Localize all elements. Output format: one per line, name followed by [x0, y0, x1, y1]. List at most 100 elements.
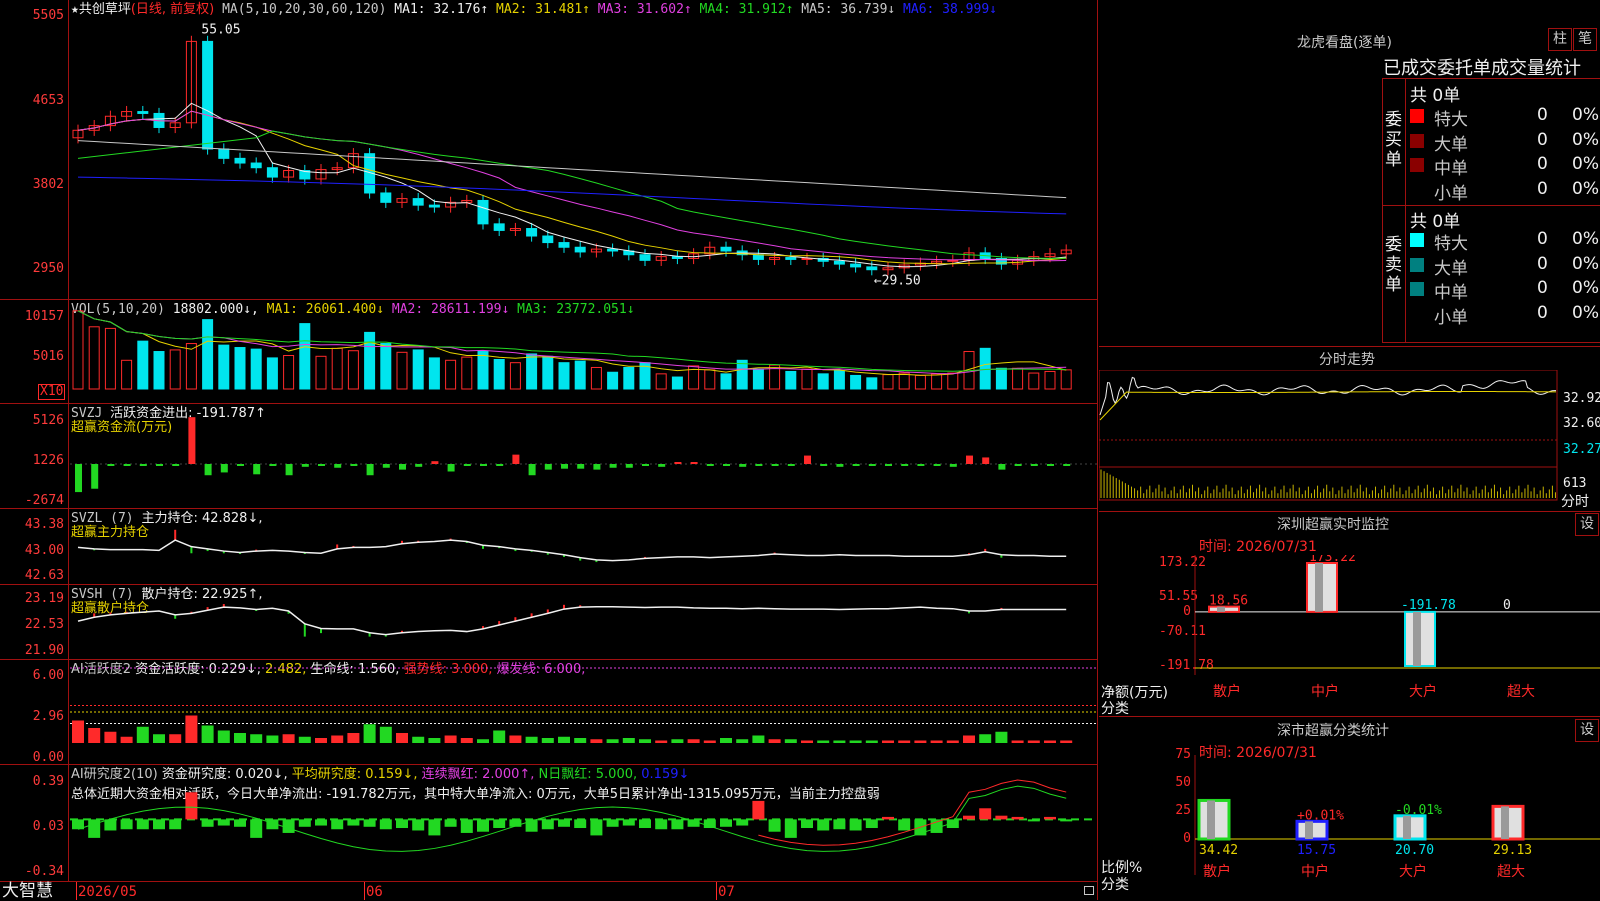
flow-bar — [318, 464, 325, 466]
flow-bar — [690, 462, 698, 464]
app-name[interactable]: 大智慧 — [2, 882, 53, 900]
sz-frame-top — [1099, 511, 1600, 512]
volume-bar — [526, 353, 538, 390]
candle-body — [850, 263, 862, 268]
activity-bar — [833, 740, 846, 743]
flow-bar — [285, 464, 293, 476]
flow-bar — [739, 464, 747, 467]
flow-bar — [804, 455, 811, 464]
fl-bar-shade — [1207, 800, 1215, 839]
candle-body — [785, 257, 797, 260]
bar-mode-button[interactable]: 柱 — [1548, 28, 1572, 51]
candle-body — [202, 40, 214, 150]
research-bar — [185, 792, 198, 820]
ma-line-120 — [77, 176, 1067, 215]
ai-yanjiu-y-label: 0.39 — [32, 774, 64, 789]
stock-name[interactable]: 共创草坪 — [79, 2, 131, 17]
kline-chart[interactable]: 55.05 ←29.50 — [70, 18, 1097, 298]
sz-net-chart[interactable]: 18.56 散户 173.22 中户 -191.78 大户 0 超大 — [1099, 555, 1600, 720]
activity-bar — [703, 740, 716, 743]
activity-bar — [979, 734, 992, 743]
kline-y-label: 3802 — [32, 177, 64, 192]
volume-bar — [396, 351, 408, 390]
buy-row-percent: 0% — [1572, 105, 1599, 125]
sz-category-label: 大户 — [1409, 683, 1437, 700]
activity-bar — [509, 735, 522, 743]
flow-bar — [755, 464, 763, 466]
svzl-chart[interactable] — [70, 509, 1097, 584]
volume-bar — [380, 343, 392, 390]
fl-settings-button[interactable]: 设 — [1575, 719, 1599, 742]
research-bar — [282, 819, 295, 833]
ma-line-20 — [77, 110, 1067, 262]
candle-body — [234, 157, 246, 164]
research-bar — [347, 819, 360, 826]
volume-bar — [202, 319, 214, 390]
svzj-y-label: 1226 — [32, 453, 64, 468]
candle-body — [380, 192, 392, 203]
volume-bar — [947, 372, 959, 390]
research-bar — [412, 819, 425, 831]
period-label[interactable]: (日线, 前复权) — [131, 2, 214, 17]
flow-bar — [982, 457, 990, 464]
activity-bar — [1060, 740, 1073, 743]
volume-bar — [817, 373, 829, 390]
buy-row-count: 0 — [1537, 105, 1548, 125]
candle-body — [137, 111, 149, 114]
star-icon[interactable]: ★ — [71, 2, 79, 17]
activity-bar — [882, 740, 894, 743]
candle-body — [526, 228, 538, 237]
fl-ratio-chart[interactable]: 34.42 散户 +0.01% 15.75 中户 -0.01% 20.70 大户 29.13 超大 — [1099, 755, 1600, 900]
volume-chart[interactable] — [70, 300, 1097, 403]
activity-bar — [736, 739, 749, 743]
ai-yanjiu-chart[interactable] — [70, 765, 1097, 881]
sell-row-swatch — [1410, 282, 1424, 296]
svzj-chart[interactable] — [70, 404, 1097, 508]
candle-body — [947, 259, 959, 262]
tick-mode-button[interactable]: 笔 — [1573, 28, 1597, 51]
candle-body — [833, 260, 845, 265]
vol-unit-badge: X10 — [38, 384, 66, 400]
sz-settings-button[interactable]: 设 — [1575, 513, 1599, 536]
x-tick — [364, 882, 365, 900]
order-stat-tabs[interactable]: 已成交委托单成交量统计 — [1383, 54, 1581, 80]
sell-row-percent: 0% — [1572, 253, 1599, 274]
fl-bar-shade — [1305, 821, 1313, 839]
research-bar — [720, 819, 732, 827]
activity-bar — [363, 724, 376, 743]
activity-bar — [606, 739, 619, 743]
ai-yanjiu-y-label: 0.03 — [32, 819, 64, 834]
buy-row-name: 中单 — [1434, 159, 1468, 179]
kline-header: ★共创草坪(日线, 前复权) MA(5,10,20,30,60,120) MA1… — [71, 2, 997, 17]
volume-bar — [364, 331, 376, 390]
ma-params[interactable]: MA(5,10,20,30,60,120) — [222, 2, 386, 17]
sell-row-name: 小单 — [1434, 307, 1468, 328]
volume-bar — [169, 349, 181, 390]
volume-bar — [720, 373, 732, 390]
research-bar — [201, 819, 214, 827]
buy-row-swatch — [1410, 158, 1424, 172]
fl-bar-shade — [1403, 815, 1411, 839]
activity-bar — [201, 725, 214, 743]
flow-bar — [399, 464, 406, 470]
flow-bar — [447, 464, 455, 472]
volume-bar — [315, 355, 327, 390]
intraday-chart[interactable] — [1099, 370, 1600, 510]
research-bar — [88, 819, 101, 838]
high-price-label: 55.05 — [201, 23, 240, 38]
fl-frame-top — [1099, 716, 1600, 717]
activity-bar — [817, 740, 830, 743]
ai-huoyue-chart[interactable] — [70, 660, 1097, 764]
svzj-y-label: 5126 — [32, 413, 64, 428]
volume-bar — [1028, 372, 1040, 390]
volume-bar — [671, 376, 683, 390]
research-bar — [849, 819, 862, 831]
fl-category-label: 中户 — [1301, 863, 1329, 880]
buy-total: 共 0单 — [1410, 86, 1461, 106]
activity-bar — [379, 726, 392, 743]
svzl-y-label: 43.00 — [24, 543, 64, 558]
research-bar — [1011, 816, 1024, 820]
research-bar — [396, 819, 408, 829]
svsh-chart[interactable] — [70, 585, 1097, 659]
lock-icon[interactable] — [1084, 886, 1094, 895]
